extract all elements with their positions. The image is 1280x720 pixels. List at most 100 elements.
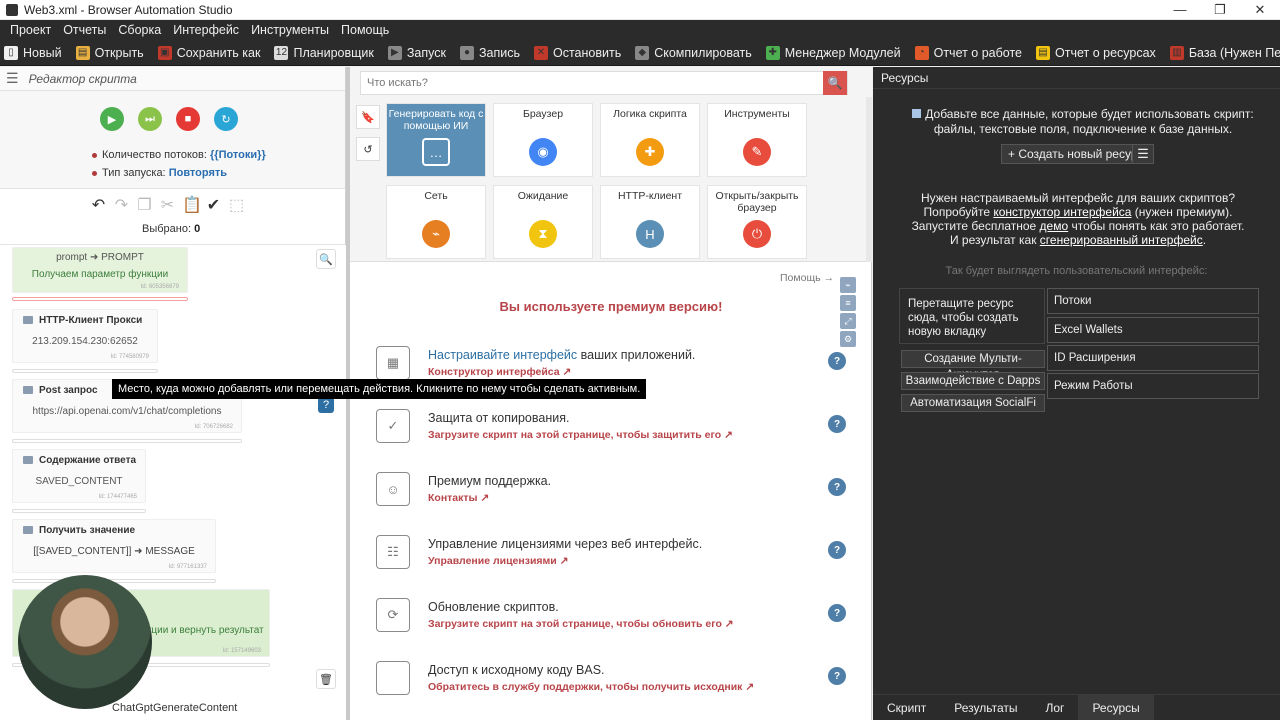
stop-icon[interactable]: ■ [176, 107, 200, 131]
settings-icon[interactable]: ⚙ [840, 331, 856, 347]
tab-script[interactable]: Скрипт [873, 695, 940, 720]
pie-chart-icon: ◔ [914, 45, 929, 60]
toolbar-button[interactable]: ▤ Открыть [75, 45, 144, 60]
feature-link[interactable]: Загрузите скрипт на этой странице, чтобы… [428, 429, 733, 441]
tab-resources[interactable]: Ресурсы [1078, 695, 1154, 720]
menu-project[interactable]: Проект [10, 23, 51, 37]
select-all-icon[interactable]: ⬚ [228, 195, 245, 215]
feature-title: Настраивайте интерфейс ваших приложений. [428, 348, 696, 362]
undo-icon[interactable]: ↶ [90, 195, 107, 215]
feature-link[interactable]: Управление лицензиями ↗ [428, 555, 569, 567]
run-controls: ▶ ⏭ ■ ↻ Количество потоков: {{Потоки}} Т… [0, 91, 345, 189]
toolbar-button[interactable]: ▤ Отчет о ресурсах [1036, 45, 1156, 60]
toolbar-button[interactable]: ✕ Остановить [533, 45, 621, 60]
update-icon: ⟳ [376, 598, 410, 632]
copy-icon[interactable]: ❐ [136, 195, 153, 215]
drop-slot[interactable] [12, 369, 158, 373]
help-icon[interactable]: ? [828, 478, 846, 496]
feature-link[interactable]: Загрузите скрипт на этой странице, чтобы… [428, 618, 734, 630]
toolbar-button[interactable]: ▶ Запуск [387, 45, 446, 60]
toolbar-button[interactable]: 12 Планировщик [274, 45, 374, 60]
tab-button-socialfi[interactable]: Автоматизация SocialFi [901, 394, 1045, 412]
toolbar-button[interactable]: ▥ База (Нужен Перезапуск) [1169, 45, 1280, 60]
menu-interface[interactable]: Интерфейс [173, 23, 239, 37]
menu-reports[interactable]: Отчеты [63, 23, 106, 37]
action-block[interactable]: Получить значение [[SAVED_CONTENT]] ➜ ME… [12, 519, 216, 573]
toolbar-button[interactable]: ◔ Отчет о работе [914, 45, 1022, 60]
action-search-input[interactable] [361, 77, 823, 89]
menu-build[interactable]: Сборка [118, 23, 161, 37]
toolbar-button[interactable]: ▣ Сохранить как [157, 45, 260, 60]
resource-item-excel-wallets[interactable]: Excel Wallets [1047, 317, 1259, 343]
menu-tools[interactable]: Инструменты [251, 23, 329, 37]
toolbar-button[interactable]: ● Запись [459, 45, 520, 60]
hamburger-icon[interactable]: ☰ [6, 70, 19, 87]
action-category-tile[interactable]: HTTP-клиент H [600, 185, 700, 259]
search-icon[interactable]: 🔍 [316, 249, 336, 269]
close-icon[interactable]: ✕ [1240, 0, 1280, 20]
tile-label: Логика скрипта [613, 108, 687, 120]
feature-link[interactable]: Конструктор интерфейса ↗ [428, 366, 571, 378]
action-category-tile[interactable]: Логика скрипта ✚ [600, 103, 700, 177]
tab-button-multi-accounts[interactable]: Создание Мульти-Аккаунтов [901, 350, 1045, 381]
action-block[interactable]: HTTP-Клиент Прокси 213.209.154.230:62652… [12, 309, 158, 363]
help-icon[interactable]: ? [828, 352, 846, 370]
help-icon[interactable]: ? [828, 604, 846, 622]
premium-feature: Доступ к исходному коду BAS. Обратитесь в… [376, 661, 846, 701]
action-block[interactable]: prompt ➜ PROMPT Получаем параметр функци… [12, 247, 188, 293]
action-category-tile[interactable]: Ожидание ⧗ [493, 185, 593, 259]
tab-button-dapps[interactable]: Взаимодействие с Dapps [901, 372, 1045, 390]
help-link[interactable]: Помощь → [780, 272, 834, 284]
action-category-tile[interactable]: Сеть ⌁ [386, 185, 486, 259]
help-icon[interactable]: ? [318, 397, 334, 413]
resource-item-threads[interactable]: Потоки [1047, 288, 1259, 314]
step-icon[interactable]: ⏭ [138, 107, 162, 131]
redo-icon[interactable]: ↷ [113, 195, 130, 215]
restart-icon[interactable]: ↻ [214, 107, 238, 131]
paste-icon[interactable]: 📋 [182, 195, 202, 215]
history-icon[interactable]: ↺ [356, 137, 380, 161]
trash-icon[interactable]: 🗑 [316, 669, 336, 689]
action-category-tile[interactable]: Браузер ◉ [493, 103, 593, 177]
resource-item-mode[interactable]: Режим Работы [1047, 373, 1259, 399]
generated-interface-link[interactable]: сгенерированный интерфейс [1040, 233, 1203, 247]
run-icon[interactable]: ▶ [100, 107, 124, 131]
run-type-value[interactable]: Повторять [169, 167, 227, 179]
drop-slot[interactable] [12, 439, 242, 443]
action-category-tile[interactable]: Генерировать код с помощью ИИ… [386, 103, 486, 177]
action-block[interactable]: Содержание ответа SAVED_CONTENT Id: 1744… [12, 449, 146, 503]
resource-drop-zone[interactable]: Перетащите ресурс сюда, чтобы создать но… [899, 288, 1045, 344]
search-icon[interactable]: 🔍 [823, 71, 847, 95]
tab-log[interactable]: Лог [1032, 695, 1079, 720]
feature-link[interactable]: Обратитесь в службу поддержки, чтобы пол… [428, 681, 754, 693]
interface-builder-link[interactable]: конструктор интерфейса [993, 205, 1131, 219]
cut-icon[interactable]: ✂ [159, 195, 176, 215]
help-icon[interactable]: ? [828, 541, 846, 559]
tab-results[interactable]: Результаты [940, 695, 1031, 720]
toolbar-button[interactable]: ✚ Менеджер Модулей [765, 45, 901, 60]
action-category-tile[interactable]: Открыть/закрыть браузер ⏻ [707, 185, 807, 259]
menu-help[interactable]: Помощь [341, 23, 389, 37]
bookmark-icon[interactable]: 🔖 [356, 105, 380, 129]
antenna-icon[interactable]: ⌁ [840, 277, 856, 293]
scrollbar[interactable] [866, 97, 872, 262]
help-icon[interactable]: ? [828, 667, 846, 685]
function-name: ChatGptGenerateContent [112, 702, 238, 714]
toolbar-button[interactable]: ▯ Новый [4, 45, 62, 60]
action-category-tile[interactable]: Инструменты ✎ [707, 103, 807, 177]
drop-slot[interactable] [12, 297, 188, 301]
minimize-icon[interactable]: — [1160, 0, 1200, 20]
external-link-icon: ↗ [745, 681, 755, 693]
drop-slot[interactable] [12, 509, 146, 513]
feature-link[interactable]: Контакты ↗ [428, 492, 489, 504]
create-resource-button[interactable]: + Создать новый ресурс [1001, 144, 1151, 164]
help-icon[interactable]: ? [828, 415, 846, 433]
resource-item-extension-id[interactable]: ID Расширения [1047, 345, 1259, 371]
check-icon[interactable]: ✔ [205, 195, 222, 215]
demo-link[interactable]: демо [1040, 219, 1069, 233]
menu-icon[interactable]: ☰ [1132, 144, 1154, 164]
toolbar-button[interactable]: ◆ Скомпилировать [635, 45, 752, 60]
expand-icon[interactable]: ⤢ [840, 313, 856, 329]
threads-value[interactable]: {{Потоки}} [210, 149, 266, 161]
maximize-icon[interactable]: ❐ [1200, 0, 1240, 20]
